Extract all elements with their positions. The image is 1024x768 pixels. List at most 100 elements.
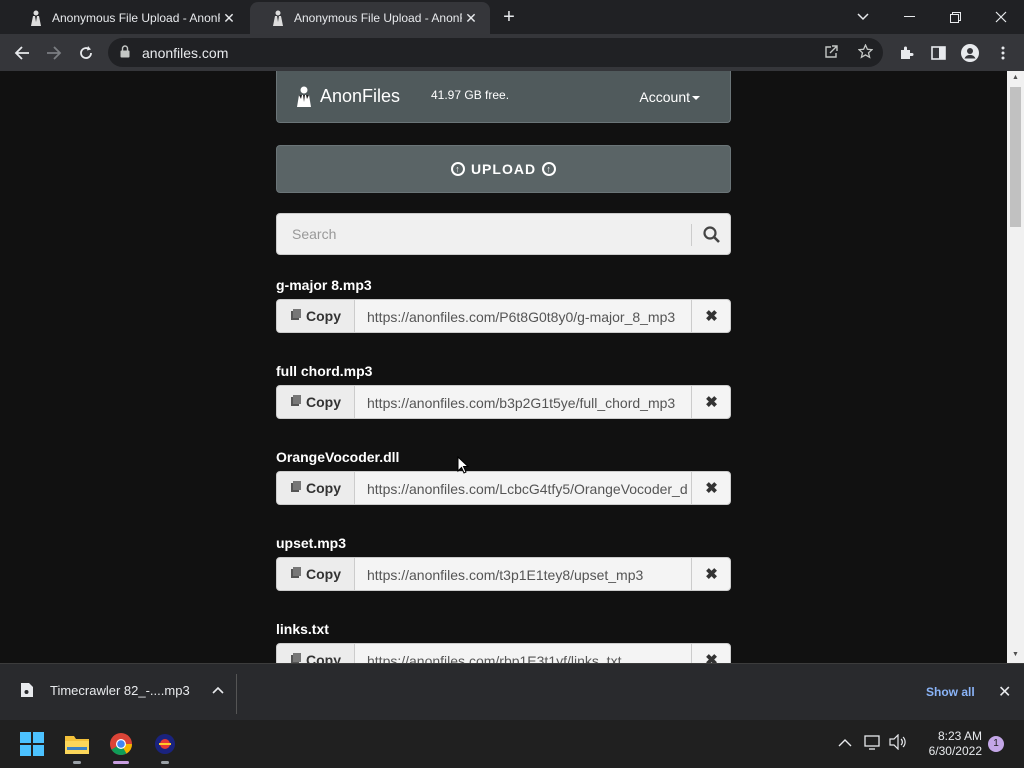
browser-tab-1[interactable]: Anonymous File Upload - AnonFiles ✕ (8, 2, 248, 34)
account-dropdown[interactable]: Account (639, 89, 700, 105)
tray-chevron-icon[interactable] (838, 734, 852, 750)
remove-button[interactable]: ✖ (691, 472, 731, 504)
page-viewport: AnonFiles 41.97 GB free. Account ↑ UPLOA… (0, 71, 1007, 663)
app-taskbar-icon[interactable] (149, 728, 181, 764)
tab-strip: Anonymous File Upload - AnonFiles ✕ Anon… (0, 0, 1024, 34)
account-label: Account (639, 89, 690, 105)
extensions-icon[interactable] (895, 42, 917, 64)
copy-button[interactable]: Copy (277, 300, 355, 332)
clipboard-icon (290, 308, 302, 324)
browser-tab-2[interactable]: Anonymous File Upload - AnonFiles ✕ (250, 2, 490, 34)
close-tab-icon[interactable]: ✕ (462, 10, 480, 27)
search-button[interactable] (692, 214, 730, 254)
chrome-taskbar-icon[interactable] (105, 728, 137, 764)
close-icon: ✖ (705, 566, 718, 583)
tab-search-icon[interactable] (840, 0, 886, 34)
file-row: Copy https://anonfiles.com/rbp1E3t1yf/li… (276, 643, 731, 663)
file-name: upset.mp3 (276, 535, 347, 551)
file-link[interactable]: https://anonfiles.com/rbp1E3t1yf/links_t… (367, 653, 687, 663)
clipboard-icon (290, 394, 302, 410)
close-shelf-icon[interactable]: ✕ (998, 682, 1011, 702)
scroll-down-icon[interactable]: ▼ (1011, 651, 1020, 658)
network-icon[interactable] (864, 734, 882, 753)
scroll-up-icon[interactable]: ▲ (1011, 74, 1020, 81)
site-brand[interactable]: AnonFiles (293, 85, 400, 107)
upload-button[interactable]: ↑ UPLOAD ↑ (276, 145, 731, 193)
tab-title: Anonymous File Upload - AnonFiles (52, 11, 220, 25)
site-navbar: AnonFiles 41.97 GB free. Account (276, 71, 731, 123)
lock-icon[interactable] (120, 45, 130, 63)
reload-button[interactable] (72, 39, 100, 67)
download-filename: Timecrawler 82_-....mp3 (50, 682, 190, 698)
bookmark-star-icon[interactable] (857, 43, 874, 63)
download-item[interactable]: Timecrawler 82_-....mp3 (20, 682, 224, 698)
windows-start-icon[interactable] (16, 728, 48, 760)
anonfiles-favicon-icon (270, 10, 286, 26)
forward-button[interactable] (40, 39, 68, 67)
upload-label: UPLOAD (470, 161, 537, 177)
remove-button[interactable]: ✖ (691, 386, 731, 418)
close-tab-icon[interactable]: ✕ (220, 10, 238, 27)
restore-button[interactable] (932, 0, 978, 34)
side-panel-icon[interactable] (927, 42, 949, 64)
anonfiles-logo-icon (293, 85, 315, 107)
copy-label: Copy (306, 308, 341, 324)
chrome-menu-icon[interactable] (992, 42, 1014, 64)
taskbar-clock[interactable]: 8:23 AM 6/30/2022 (916, 729, 982, 759)
scrollbar-thumb[interactable] (1010, 87, 1021, 227)
file-row: Copy https://anonfiles.com/t3p1E1tey8/up… (276, 557, 731, 591)
copy-button[interactable]: Copy (277, 472, 355, 504)
address-bar[interactable]: anonfiles.com (108, 38, 883, 67)
search-input[interactable] (277, 214, 692, 254)
new-tab-button[interactable]: + (498, 6, 520, 28)
file-explorer-icon[interactable] (61, 728, 93, 764)
file-link[interactable]: https://anonfiles.com/t3p1E1tey8/upset_m… (367, 567, 687, 583)
notification-badge[interactable]: 1 (988, 736, 1004, 752)
file-link[interactable]: https://anonfiles.com/P6t8G0t8y0/g-major… (367, 309, 687, 325)
windows-taskbar: 8:23 AM 6/30/2022 (0, 720, 1024, 768)
copy-button[interactable]: Copy (277, 386, 355, 418)
copy-label: Copy (306, 566, 341, 582)
remove-button[interactable]: ✖ (691, 558, 731, 590)
file-name: g-major 8.mp3 (276, 277, 372, 293)
volume-icon[interactable] (889, 733, 907, 753)
browser-toolbar: anonfiles.com (0, 34, 1024, 71)
copy-label: Copy (306, 652, 341, 663)
page-scrollbar[interactable]: ▲ ▼ (1007, 71, 1024, 663)
file-name: OrangeVocoder.dll (276, 449, 400, 465)
back-button[interactable] (8, 39, 36, 67)
minimize-button[interactable] (886, 0, 932, 34)
profile-icon[interactable] (959, 42, 981, 64)
remove-button[interactable]: ✖ (691, 644, 731, 663)
close-icon: ✖ (705, 652, 718, 663)
brand-name: AnonFiles (320, 85, 401, 106)
file-link[interactable]: https://anonfiles.com/LcbcG4tfy5/OrangeV… (367, 481, 687, 497)
file-name: links.txt (276, 621, 329, 637)
clipboard-icon (290, 566, 302, 582)
chevron-up-icon[interactable] (212, 683, 224, 697)
running-indicator (161, 761, 169, 764)
upload-arrow-icon: ↑ (542, 162, 557, 176)
file-link[interactable]: https://anonfiles.com/b3p2G1t5ye/full_ch… (367, 395, 687, 411)
close-icon: ✖ (705, 308, 718, 325)
download-shelf: Timecrawler 82_-....mp3 Show all ✕ (0, 663, 1024, 720)
file-row: Copy https://anonfiles.com/P6t8G0t8y0/g-… (276, 299, 731, 333)
share-icon[interactable] (824, 44, 839, 63)
caret-down-icon (692, 96, 700, 101)
copy-button[interactable]: Copy (277, 558, 355, 590)
file-name: full chord.mp3 (276, 363, 373, 379)
upload-arrow-icon: ↑ (450, 162, 465, 176)
show-all-link[interactable]: Show all (926, 685, 975, 699)
close-window-button[interactable] (978, 0, 1024, 34)
file-row: Copy https://anonfiles.com/b3p2G1t5ye/fu… (276, 385, 731, 419)
remove-button[interactable]: ✖ (691, 300, 731, 332)
file-icon (20, 682, 34, 698)
mouse-cursor-icon (457, 455, 470, 479)
copy-button[interactable]: Copy (277, 644, 355, 663)
clock-date: 6/30/2022 (928, 744, 982, 758)
free-space-text: 41.97 GB free. (431, 88, 510, 102)
running-indicator (113, 761, 129, 764)
clock-time: 8:23 AM (937, 729, 982, 743)
file-row: Copy https://anonfiles.com/LcbcG4tfy5/Or… (276, 471, 731, 505)
close-icon: ✖ (705, 480, 718, 497)
